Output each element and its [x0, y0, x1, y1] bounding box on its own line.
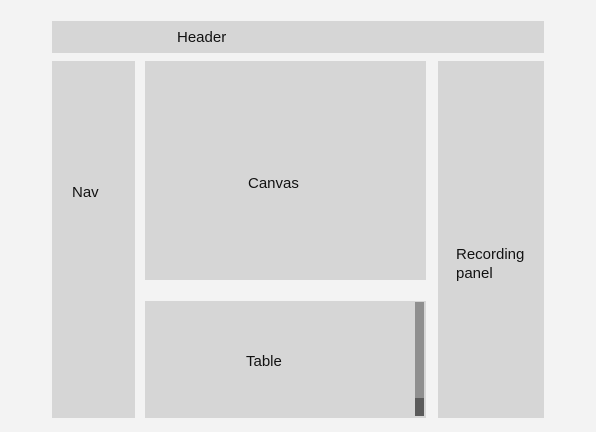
nav-label: Nav: [72, 184, 99, 201]
table-label: Table: [246, 353, 282, 370]
nav-region: Nav: [52, 61, 135, 418]
header-label: Header: [177, 29, 227, 46]
header-region: Header: [52, 21, 544, 53]
table-scrollbar-thumb[interactable]: [415, 398, 424, 416]
recording-panel-label: Recording panel: [456, 246, 525, 282]
canvas-label: Canvas: [248, 175, 299, 192]
table-region: Table: [145, 301, 426, 418]
canvas-region: Canvas: [145, 61, 426, 280]
table-scrollbar[interactable]: [415, 302, 424, 416]
recording-panel-region: Recording panel: [438, 61, 544, 418]
